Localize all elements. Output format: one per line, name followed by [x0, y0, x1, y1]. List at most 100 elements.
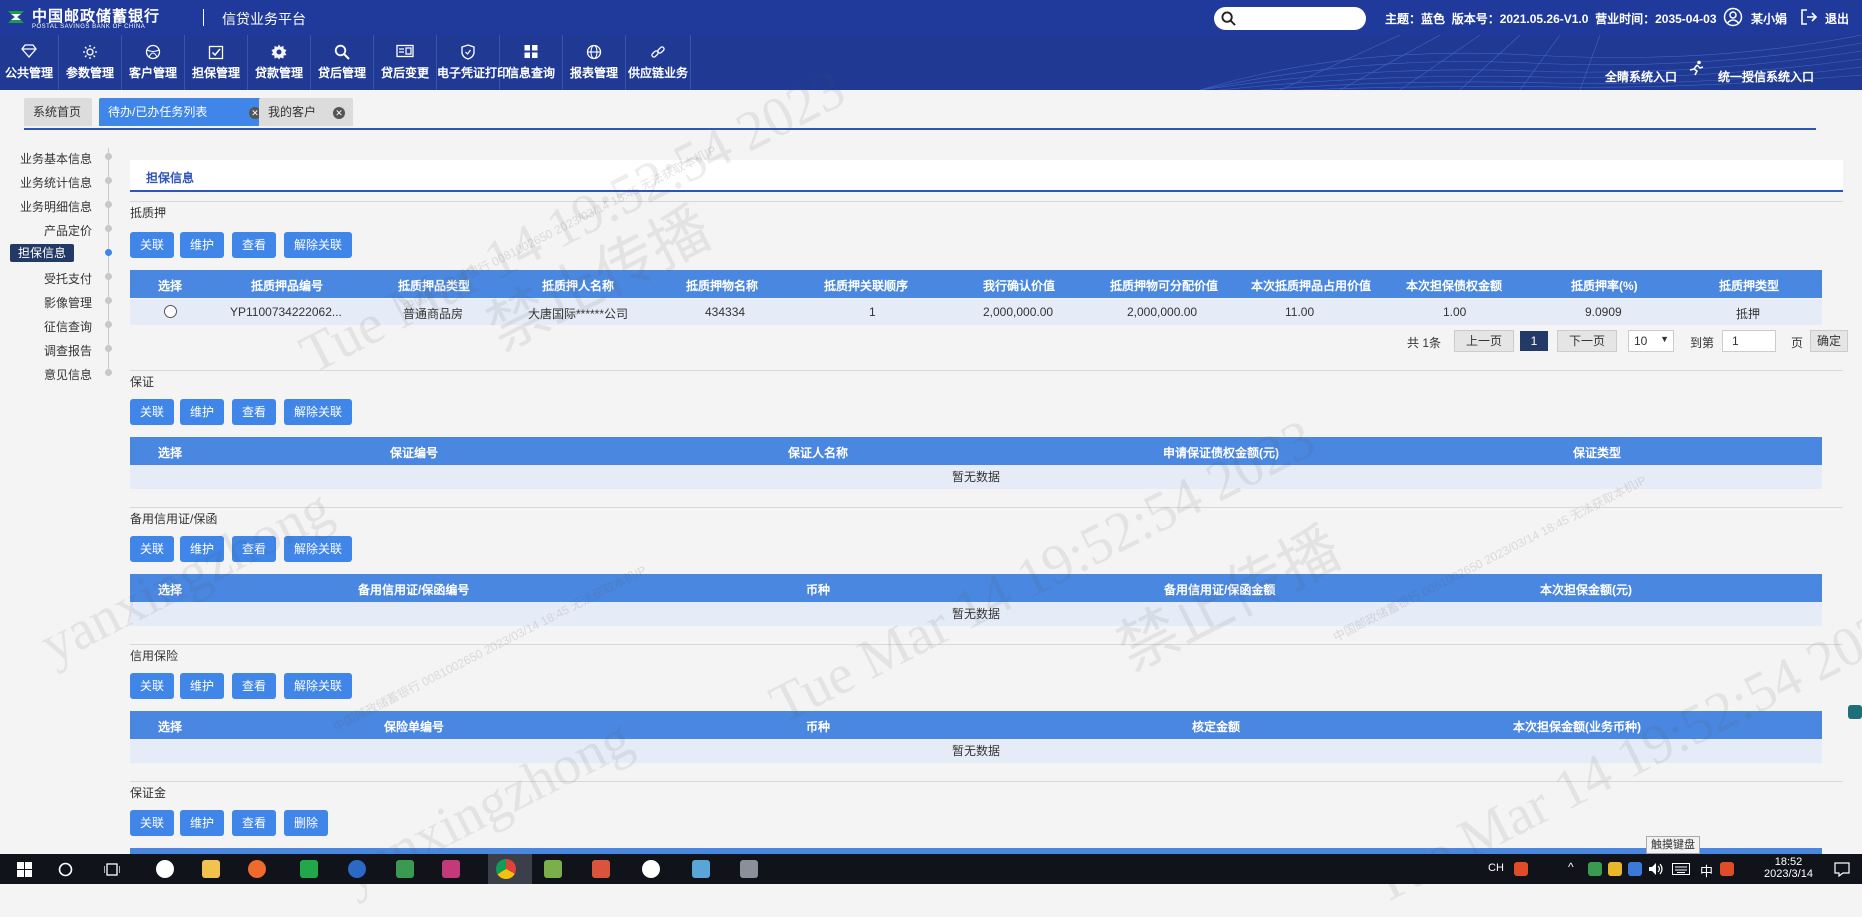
- goto-page-input[interactable]: 1: [1722, 330, 1776, 352]
- side-item-entrusted-payment[interactable]: 受托支付: [44, 270, 92, 287]
- row-select-radio[interactable]: [164, 305, 177, 318]
- close-icon[interactable]: ✕: [333, 107, 345, 119]
- nav-info-query[interactable]: 信息查询: [500, 35, 563, 90]
- nav-loan-management[interactable]: 贷款管理: [248, 35, 311, 90]
- page-size-select[interactable]: 10 ▼: [1628, 330, 1674, 352]
- standby-view-button[interactable]: 查看: [232, 536, 276, 562]
- ball-icon: [145, 44, 161, 60]
- git-app-icon[interactable]: [692, 860, 710, 878]
- column-header: 抵质押关联顺序: [824, 279, 909, 293]
- guarantee-view-button[interactable]: 查看: [232, 399, 276, 425]
- football-app-icon[interactable]: [642, 860, 660, 878]
- side-item-opinion-info[interactable]: 意见信息: [44, 366, 92, 383]
- chevron-up-icon[interactable]: ^: [1568, 860, 1574, 874]
- version-text: 版本号：2021.05.26-V1.0: [1451, 12, 1589, 26]
- guarantee-link-button[interactable]: 关联: [130, 399, 174, 425]
- keyboard-icon[interactable]: [1672, 863, 1690, 875]
- document-app-icon[interactable]: [740, 860, 758, 878]
- nav-label: 电子凭证打印: [437, 66, 510, 80]
- logout-icon[interactable]: [1800, 8, 1818, 26]
- collateral-maintain-button[interactable]: 维护: [180, 232, 224, 258]
- guarantee-maintain-button[interactable]: 维护: [180, 399, 224, 425]
- nav-e-voucher-print[interactable]: 电子凭证打印: [437, 35, 510, 90]
- next-page-button[interactable]: 下一页: [1557, 330, 1617, 352]
- nav-report-management[interactable]: 报表管理: [563, 35, 626, 90]
- nav-public-management[interactable]: 公共管理: [0, 35, 59, 90]
- football-app-icon[interactable]: [156, 860, 174, 878]
- sogou-ime-icon[interactable]: [1514, 862, 1528, 876]
- insurance-link-button[interactable]: 关联: [130, 673, 174, 699]
- nav-customer-management[interactable]: 客户管理: [122, 35, 185, 90]
- search-input[interactable]: [1214, 7, 1366, 30]
- app-icon[interactable]: [348, 860, 366, 878]
- volume-icon[interactable]: [1648, 862, 1664, 876]
- tab-my-customers[interactable]: 我的客户 ✕: [259, 98, 353, 126]
- side-item-image-management[interactable]: 影像管理: [44, 294, 92, 311]
- tab-home[interactable]: 系统首页: [24, 98, 92, 126]
- quanjing-entry-link[interactable]: 全睛系统入口: [1605, 68, 1677, 85]
- collateral-view-button[interactable]: 查看: [232, 232, 276, 258]
- side-item-business-basic[interactable]: 业务基本信息: [20, 150, 92, 167]
- current-page[interactable]: 1: [1520, 331, 1548, 351]
- nav-guarantee-management[interactable]: 担保管理: [185, 35, 248, 90]
- tray-app-icon[interactable]: [1608, 862, 1622, 876]
- prev-page-button[interactable]: 上一页: [1454, 330, 1514, 352]
- tab-task-list[interactable]: 待办/已办任务列表 ✕: [99, 98, 279, 126]
- ide-app-icon[interactable]: [442, 860, 460, 878]
- notepad-app-icon[interactable]: [544, 860, 562, 878]
- theme-selector[interactable]: 主题：蓝色: [1385, 12, 1445, 26]
- standby-unlink-button[interactable]: 解除关联: [284, 536, 352, 562]
- side-item-product-pricing[interactable]: 产品定价: [44, 222, 92, 239]
- app-icon[interactable]: [248, 860, 266, 878]
- standby-maintain-button[interactable]: 维护: [180, 536, 224, 562]
- deposit-view-button[interactable]: 查看: [232, 810, 276, 836]
- user-avatar-icon[interactable]: [1723, 7, 1743, 27]
- chrome-browser-icon[interactable]: [496, 859, 516, 879]
- insurance-unlink-button[interactable]: 解除关联: [284, 673, 352, 699]
- system-clock[interactable]: 18:52 2023/3/14: [1764, 856, 1813, 880]
- table-row[interactable]: YP1100734222062... 普通商品房 大唐国际******公司 43…: [130, 299, 1822, 325]
- side-item-business-stats[interactable]: 业务统计信息: [20, 174, 92, 191]
- logout-button[interactable]: 退出: [1825, 10, 1849, 27]
- nav-supply-chain[interactable]: 供应链业务: [626, 35, 691, 90]
- book-app-icon[interactable]: [396, 860, 414, 878]
- guarantee-unlink-button[interactable]: 解除关联: [284, 399, 352, 425]
- standby-link-button[interactable]: 关联: [130, 536, 174, 562]
- deposit-link-button[interactable]: 关联: [130, 810, 174, 836]
- collateral-link-button[interactable]: 关联: [130, 232, 174, 258]
- tray-app-icon[interactable]: [1588, 862, 1602, 876]
- floating-assistant-icon[interactable]: [1848, 705, 1862, 719]
- column-header: 保险单编号: [384, 720, 445, 734]
- collateral-table-header: 选择 抵质押品编号 抵质押品类型 抵质押人名称 抵质押物名称 抵质押关联顺序 我…: [130, 270, 1822, 298]
- nav-post-loan-management[interactable]: 贷后管理: [311, 35, 374, 90]
- spreadsheet-app-icon[interactable]: [300, 860, 318, 878]
- collateral-unlink-button[interactable]: 解除关联: [284, 232, 352, 258]
- language-indicator[interactable]: CH: [1488, 862, 1504, 874]
- deposit-maintain-button[interactable]: 维护: [180, 810, 224, 836]
- sogou-ime-icon[interactable]: [1720, 862, 1734, 876]
- postal-logo-icon: [8, 11, 24, 23]
- nav-parameter-management[interactable]: 参数管理: [59, 35, 122, 90]
- nav-post-loan-change[interactable]: 贷后变更: [374, 35, 437, 90]
- chevron-down-icon: ▼: [1660, 334, 1669, 344]
- task-view-icon[interactable]: [104, 862, 120, 877]
- clock-date: 2023/3/14: [1764, 868, 1813, 880]
- username[interactable]: 某小娟: [1751, 10, 1787, 27]
- occupied-value: 11.00: [1285, 305, 1315, 319]
- network-icon[interactable]: [1628, 862, 1642, 876]
- goto-confirm-button[interactable]: 确定: [1810, 330, 1848, 352]
- side-item-guarantee-info[interactable]: 担保信息: [10, 244, 75, 262]
- notification-icon[interactable]: [1834, 862, 1850, 877]
- unified-credit-entry-link[interactable]: 统一授信系统入口: [1718, 68, 1814, 85]
- insurance-view-button[interactable]: 查看: [232, 673, 276, 699]
- ime-mode-indicator[interactable]: 中: [1700, 861, 1713, 880]
- side-item-survey-report[interactable]: 调查报告: [44, 342, 92, 359]
- search-circle-icon[interactable]: [58, 862, 73, 877]
- side-item-credit-inquiry[interactable]: 征信查询: [44, 318, 92, 335]
- file-explorer-icon[interactable]: [202, 860, 220, 878]
- windows-start-icon[interactable]: [17, 862, 32, 877]
- deposit-delete-button[interactable]: 删除: [284, 810, 328, 836]
- side-item-business-detail[interactable]: 业务明细信息: [20, 198, 92, 215]
- insurance-maintain-button[interactable]: 维护: [180, 673, 224, 699]
- image-app-icon[interactable]: [592, 860, 610, 878]
